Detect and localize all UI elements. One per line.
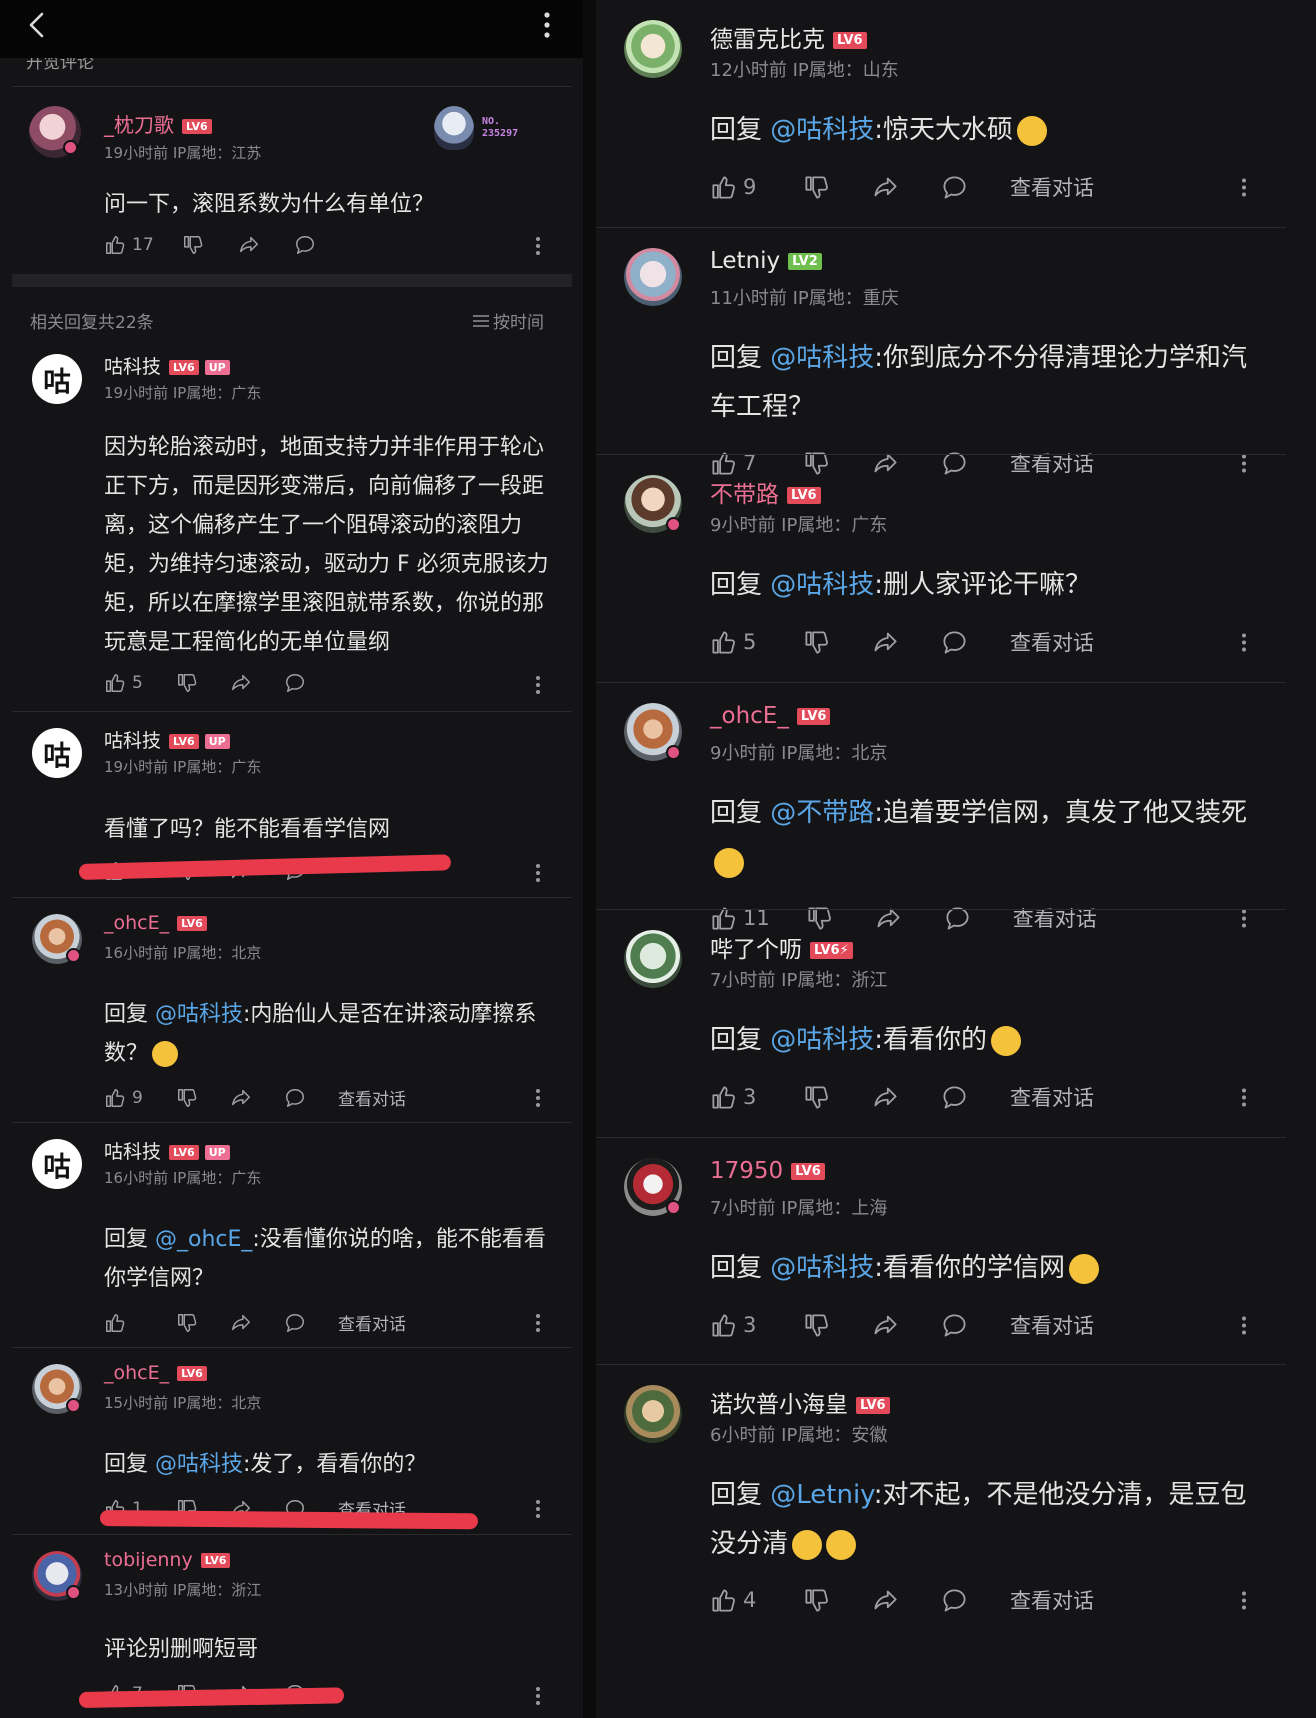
commenter-name-text: 诺坎普小海皇 [710,1392,848,1418]
more-vertical-icon[interactable] [534,1685,542,1711]
comment-bubble-icon [943,1588,966,1612]
reply-button[interactable] [941,1587,968,1614]
emoji-icon [792,1529,823,1560]
column-separator [583,0,596,1718]
share-icon [874,1590,897,1609]
left-panel: 开览评论 _枕刀歌 LV6 19小时前 IP属地：江苏 NO. 235297 问一… [0,0,583,1718]
emoji-icon [826,1529,857,1560]
view-conversation-link[interactable]: 查看对话 [1010,1585,1094,1615]
vip-badge-icon [66,1585,81,1600]
share-button[interactable] [872,1587,899,1614]
comment-text: 回复 @Letniy:对不起，不是他没分清，是豆包没分清 [710,1471,1270,1569]
comment-meta: 6小时前 IP属地：安徽 [710,1425,888,1446]
reply-prefix: 回复 [710,1480,771,1510]
mention-link[interactable]: @Letniy [770,1480,873,1510]
comment-body: 评论别删啊短哥 [104,1637,259,1662]
more-vertical-icon[interactable] [1240,1587,1248,1618]
right-panel: 德雷克比克 LV6 12小时前 IP属地：山东 回复 @咕科技:惊天大水硕 9 查看对话 L… [596,0,1316,1718]
thumbs-up-icon [712,1588,735,1612]
avatar-image [624,1385,682,1443]
reply-comment: 诺坎普小海皇 LV6 6小时前 IP属地：安徽回复 @Letniy:对不起，不是他没… [596,0,1316,1718]
comment-text: 评论别删啊短哥 [104,1630,552,1669]
commenter-name-text: tobijenny [104,1549,193,1571]
dislike-button[interactable] [803,1587,830,1614]
comment-meta: 13小时前 IP属地：浙江 [104,1581,262,1599]
thumbs-down-icon [805,1588,828,1612]
like-count: 4 [743,1588,757,1612]
commenter-name[interactable]: tobijenny LV6 [104,1549,231,1571]
comment-actions: 4 查看对话 [710,1585,1094,1615]
commenter-name[interactable]: 诺坎普小海皇 LV6 [710,1385,890,1419]
level-badge: LV6 [856,1397,890,1414]
like-button[interactable]: 4 [710,1587,767,1614]
avatar[interactable] [624,1385,682,1443]
red-annotation-stroke [99,1510,479,1530]
level-badge: LV6 [200,1553,231,1568]
